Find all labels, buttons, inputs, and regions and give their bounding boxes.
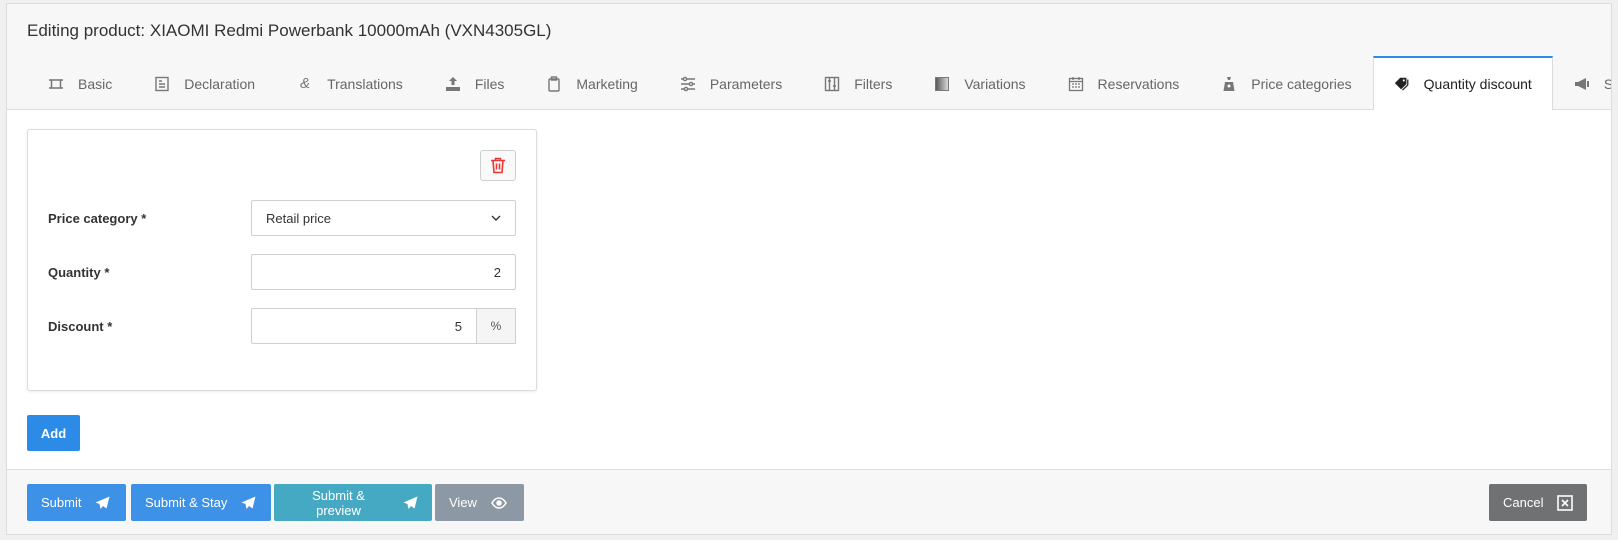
filter-icon xyxy=(824,76,840,92)
submit-button[interactable]: Submit xyxy=(27,484,126,521)
tab-label: Reservations xyxy=(1097,75,1180,92)
tab-label: SEO xyxy=(1604,76,1611,92)
ampersand-icon: & xyxy=(300,75,311,92)
tab-label: Filters xyxy=(854,75,893,92)
tab-files[interactable]: Files xyxy=(424,56,526,110)
megaphone-icon xyxy=(1574,76,1590,92)
tab-label: Variations xyxy=(964,75,1026,92)
quantity-label: Quantity * xyxy=(48,264,110,280)
gradient-icon xyxy=(934,76,950,92)
tab-content: Price category * Retail price Quantity *… xyxy=(7,110,1611,470)
tab-marketing[interactable]: Marketing xyxy=(525,56,658,110)
percent-addon: % xyxy=(477,308,516,344)
paper-plane-icon xyxy=(403,496,418,510)
tab-reservations[interactable]: Reservations xyxy=(1047,56,1201,110)
delete-button[interactable] xyxy=(480,150,516,181)
tab-label: Files xyxy=(474,75,505,92)
tab-label: Translations xyxy=(327,75,403,92)
calendar-icon xyxy=(1068,76,1084,92)
paper-plane-icon xyxy=(241,496,256,510)
quantity-row: Quantity * 2 xyxy=(48,254,516,290)
tab-label: Quantity discount xyxy=(1423,76,1532,92)
close-box-icon xyxy=(1557,494,1574,511)
chevron-down-icon xyxy=(491,215,501,221)
discount-input-group: 5 % xyxy=(251,308,516,344)
tab-label: Parameters xyxy=(709,75,783,92)
cancel-button[interactable]: Cancel xyxy=(1489,484,1587,521)
tab-quantity-discount[interactable]: Quantity discount xyxy=(1372,56,1553,110)
discount-row: Discount * 5 % xyxy=(48,308,516,344)
eye-icon xyxy=(491,496,507,509)
tab-label: Declaration xyxy=(184,75,256,92)
card-header: Editing product: XIAOMI Redmi Powerbank … xyxy=(7,4,1611,110)
cancel-label: Cancel xyxy=(1503,495,1544,510)
tab-parameters[interactable]: Parameters xyxy=(659,56,803,110)
quantity-input[interactable]: 2 xyxy=(251,254,516,290)
tab-filters[interactable]: Filters xyxy=(803,56,913,110)
document-icon xyxy=(154,76,170,92)
submit-preview-label: Submit & preview xyxy=(312,487,365,518)
tab-price-categories[interactable]: Price categories xyxy=(1200,56,1372,110)
upload-icon xyxy=(445,76,461,92)
form-footer: Submit Submit & Stay Submit & preview Vi… xyxy=(7,469,1611,534)
discount-input[interactable]: 5 xyxy=(251,308,477,344)
tab-translations[interactable]: & Translations xyxy=(276,56,424,110)
quantity-discount-item: Price category * Retail price Quantity *… xyxy=(27,129,537,391)
submit-stay-label: Submit & Stay xyxy=(145,495,228,510)
price-category-select[interactable]: Retail price xyxy=(251,200,516,236)
view-button[interactable]: View xyxy=(435,484,524,521)
view-label: View xyxy=(449,495,477,510)
money-bag-icon xyxy=(1221,76,1237,92)
tab-variations[interactable]: Variations xyxy=(913,56,1046,110)
page-title: Editing product: XIAOMI Redmi Powerbank … xyxy=(27,21,552,40)
tab-label: Price categories xyxy=(1251,75,1352,92)
tags-icon xyxy=(1394,76,1410,92)
tab-label: Basic xyxy=(78,75,113,92)
tab-declaration[interactable]: Declaration xyxy=(133,56,276,110)
clipboard-icon xyxy=(546,75,562,92)
price-category-row: Price category * Retail price xyxy=(48,200,516,236)
price-category-value: Retail price xyxy=(266,210,332,226)
submit-stay-button[interactable]: Submit & Stay xyxy=(131,484,271,521)
tab-label: Marketing xyxy=(576,75,638,92)
trash-icon xyxy=(490,157,506,174)
add-button[interactable]: Add xyxy=(27,415,80,451)
submit-preview-button[interactable]: Submit & preview xyxy=(274,484,432,521)
submit-label: Submit xyxy=(41,495,82,510)
paper-plane-icon xyxy=(95,496,110,510)
product-edit-card: Editing product: XIAOMI Redmi Powerbank … xyxy=(6,3,1612,535)
tab-bar: Basic Declaration & Translations Files M… xyxy=(7,56,1611,110)
discount-label: Discount * xyxy=(48,318,113,334)
price-category-label: Price category * xyxy=(48,210,147,226)
crop-icon xyxy=(48,76,64,92)
tab-basic[interactable]: Basic xyxy=(27,56,133,110)
sliders-icon xyxy=(680,76,696,92)
tab-seo[interactable]: SEO xyxy=(1553,56,1611,110)
